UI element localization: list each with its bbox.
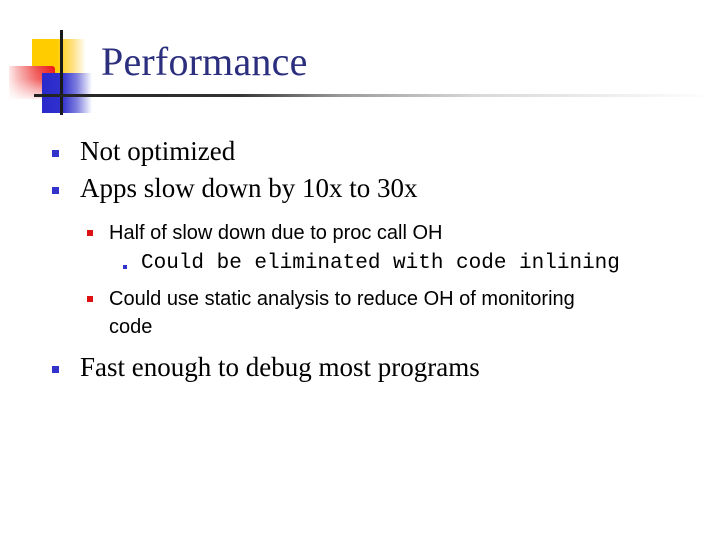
bullet-square-icon — [87, 230, 93, 236]
bullet-item-line: code — [109, 316, 153, 338]
bullet-item-level2: Half of slow down due to proc call OH — [109, 222, 443, 244]
bullet-item-line: Could use static analysis to reduce OH o… — [109, 288, 575, 310]
bullet-item-level1: Not optimized — [80, 136, 236, 166]
bullet-square-icon — [123, 265, 127, 269]
slide-logo-decoration — [0, 0, 110, 125]
logo-blue-square — [42, 73, 92, 113]
bullet-square-icon — [52, 187, 59, 194]
bullet-item-level1: Apps slow down by 10x to 30x — [80, 173, 418, 203]
bullet-item-level1: Fast enough to debug most programs — [80, 352, 480, 382]
slide: Performance Not optimized Apps slow down… — [0, 0, 720, 540]
bullet-item-level2: Could use static analysis to reduce OH o… — [109, 285, 575, 341]
title-underline — [34, 94, 714, 97]
logo-vertical-line — [60, 30, 63, 115]
bullet-item-level3: Could be eliminated with code inlining — [141, 252, 620, 275]
slide-title: Performance — [101, 39, 308, 84]
bullet-square-icon — [52, 150, 59, 157]
bullet-square-icon — [87, 296, 93, 302]
bullet-square-icon — [52, 366, 59, 373]
